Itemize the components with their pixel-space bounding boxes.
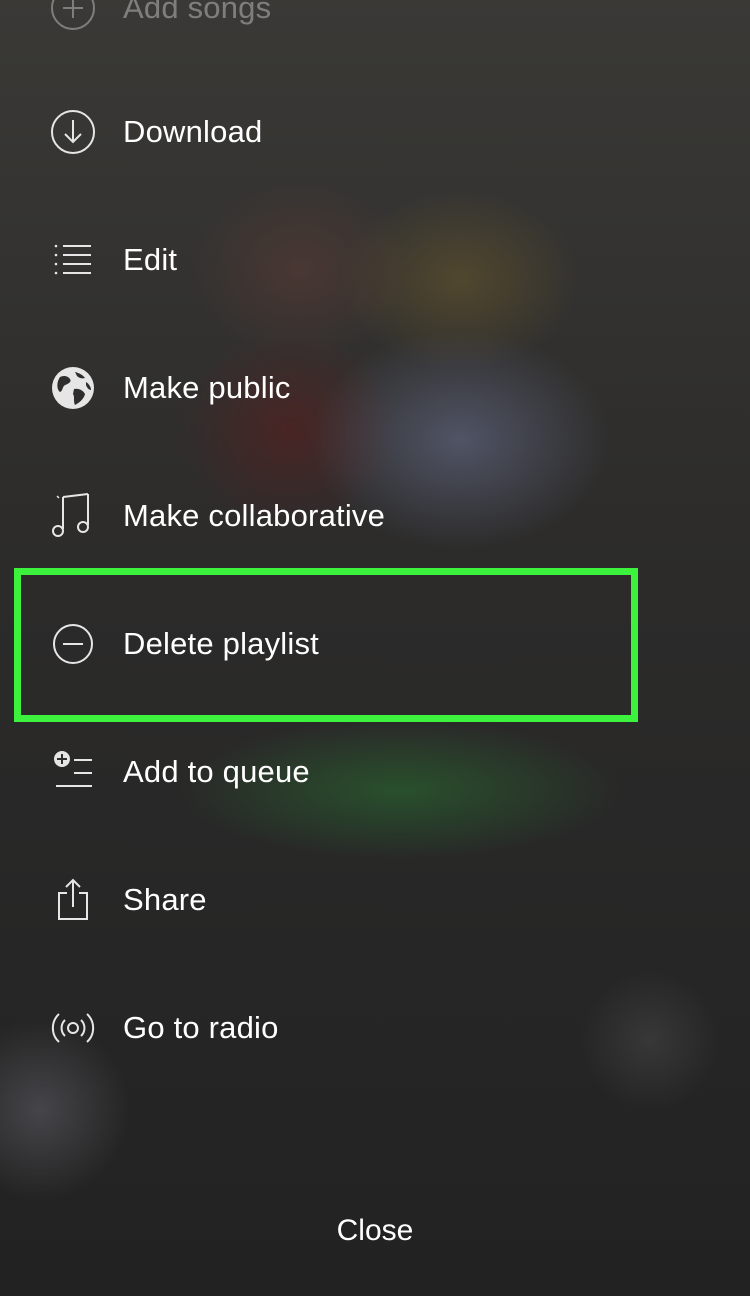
menu-item-make-public[interactable]: Make public <box>0 324 700 452</box>
share-icon <box>48 875 98 925</box>
menu-item-download[interactable]: Download <box>0 68 700 196</box>
menu-item-label: Make collaborative <box>123 498 386 533</box>
radio-icon <box>48 1003 98 1053</box>
menu-item-go-to-radio[interactable]: Go to radio <box>0 964 700 1092</box>
remove-circle-icon <box>48 619 98 669</box>
add-circle-icon <box>48 0 98 33</box>
menu-item-label: Add songs <box>123 0 272 25</box>
menu-item-add-to-queue[interactable]: Add to queue <box>0 708 700 836</box>
add-to-queue-icon <box>48 747 98 797</box>
menu-item-label: Make public <box>123 370 291 405</box>
menu-item-label: Delete playlist <box>123 626 319 661</box>
menu-item-label: Add to queue <box>123 754 310 789</box>
menu-item-edit[interactable]: Edit <box>0 196 700 324</box>
menu-item-label: Go to radio <box>123 1010 279 1045</box>
music-note-icon <box>48 491 98 541</box>
close-button[interactable]: Close <box>0 1200 750 1262</box>
menu-item-label: Download <box>123 114 263 149</box>
menu-item-label: Share <box>123 882 207 917</box>
menu-item-add-songs[interactable]: Add songs <box>0 0 700 72</box>
edit-list-icon <box>48 235 98 285</box>
menu-item-make-collaborative[interactable]: Make collaborative <box>0 452 700 580</box>
menu-item-delete-playlist[interactable]: Delete playlist <box>0 580 700 708</box>
globe-icon <box>48 363 98 413</box>
menu-item-share[interactable]: Share <box>0 836 700 964</box>
menu-item-label: Edit <box>123 242 178 277</box>
download-icon <box>48 107 98 157</box>
